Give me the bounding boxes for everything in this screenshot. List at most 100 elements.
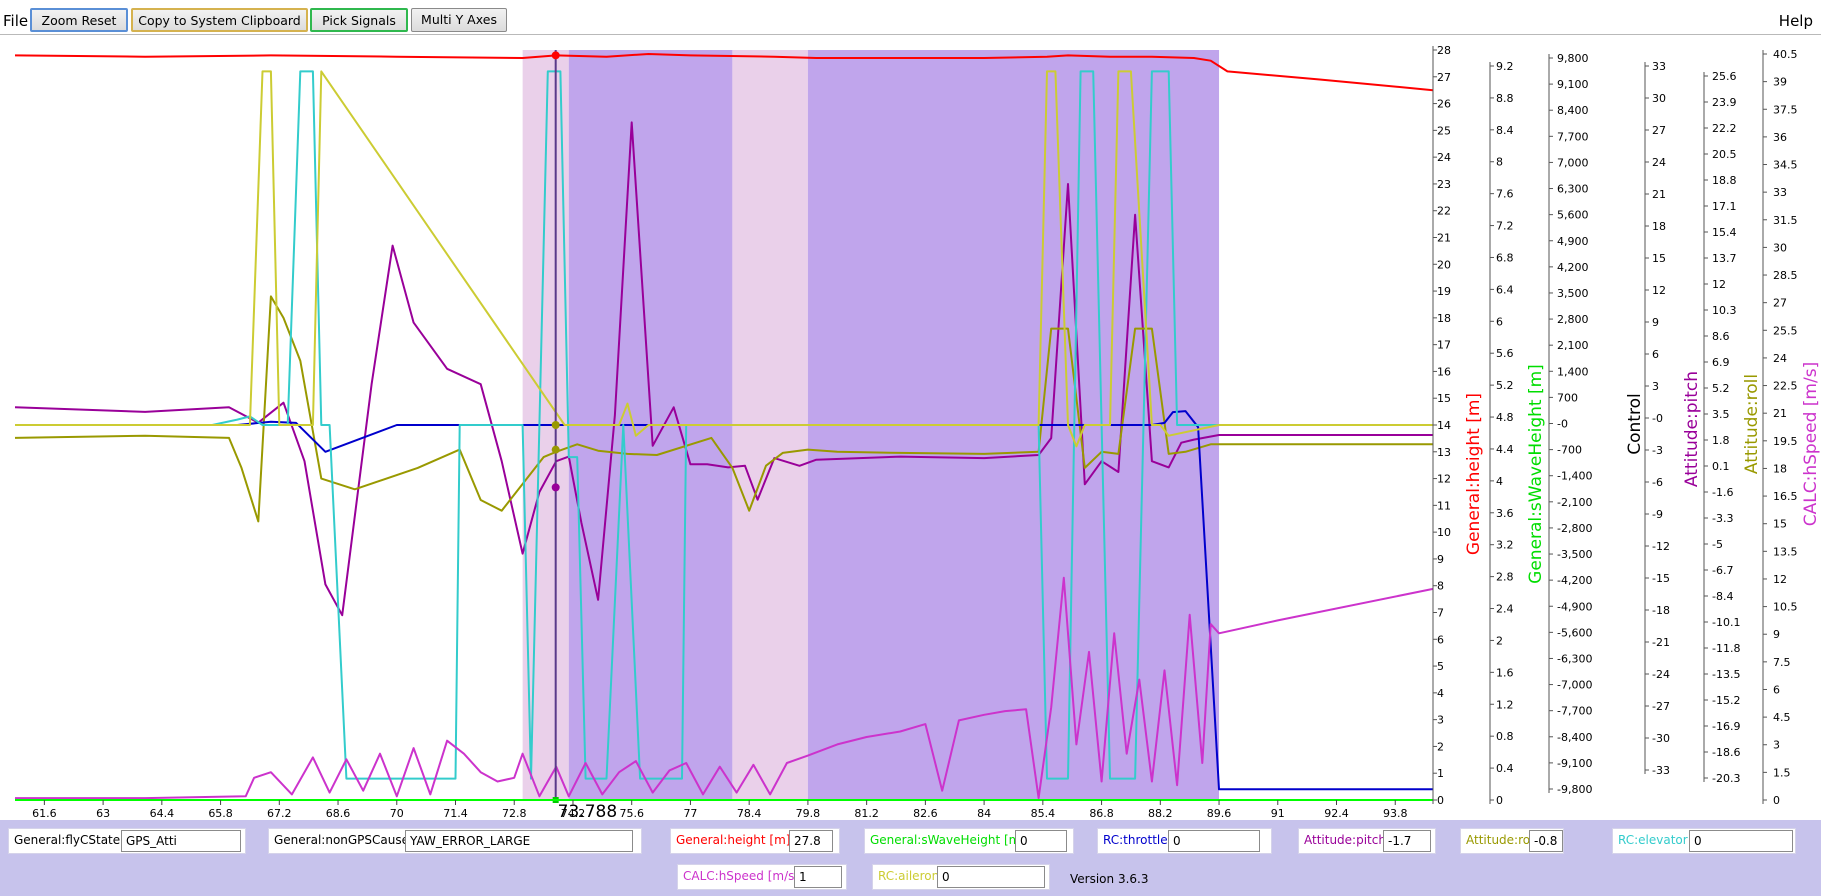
value-field-input[interactable]: GPS_Atti bbox=[121, 830, 241, 852]
y-tick-label: 14 bbox=[1437, 419, 1451, 432]
y-tick-label: 3 bbox=[1437, 714, 1444, 727]
y-tick-label: 1 bbox=[1437, 767, 1444, 780]
value-field: Attitude:roll -0.8 bbox=[1460, 828, 1564, 854]
value-field-label: RC:elevator bbox=[1618, 833, 1688, 847]
y-tick-label: 18 bbox=[1437, 312, 1451, 325]
y-tick-label: -0 bbox=[1652, 412, 1663, 425]
y-tick-label: 3 bbox=[1652, 380, 1659, 393]
cursor-marker bbox=[551, 483, 560, 492]
y-tick-label: 7 bbox=[1437, 607, 1444, 620]
y-tick-label: 4.5 bbox=[1773, 711, 1791, 724]
y-tick-label: 22 bbox=[1437, 205, 1451, 218]
value-field: RC:aileron 0 bbox=[872, 864, 1050, 890]
y-tick-label: 20 bbox=[1437, 258, 1451, 271]
zoom-reset-button[interactable]: Zoom Reset bbox=[30, 8, 128, 32]
y-tick-label: 7.2 bbox=[1496, 220, 1514, 233]
y-tick-label: -7,000 bbox=[1557, 679, 1592, 692]
copy-to-clipboard-button[interactable]: Copy to System Clipboard bbox=[131, 8, 308, 32]
value-field-input[interactable]: 0 bbox=[1015, 830, 1067, 852]
value-field-label: General:sWaveHeight [m] bbox=[870, 833, 1026, 847]
x-tick-label: 71.4 bbox=[443, 807, 468, 820]
y-axis-title: Control bbox=[1625, 393, 1645, 454]
y-tick-label: -6,300 bbox=[1557, 652, 1592, 665]
value-field-input[interactable]: 27.8 bbox=[789, 830, 833, 852]
y-tick-label: 22.2 bbox=[1712, 122, 1737, 135]
help-menu[interactable]: Help bbox=[1779, 12, 1813, 30]
value-field-label: General:nonGPSCause bbox=[274, 833, 410, 847]
y-tick-label: 2 bbox=[1496, 634, 1503, 647]
value-field-input[interactable]: YAW_ERROR_LARGE bbox=[405, 830, 633, 852]
x-tick-label: 72.8 bbox=[502, 807, 527, 820]
value-field-input[interactable]: 1 bbox=[794, 866, 842, 888]
y-tick-label: 1.8 bbox=[1712, 434, 1730, 447]
y-tick-label: 12 bbox=[1773, 573, 1787, 586]
y-tick-label: 0.4 bbox=[1496, 762, 1514, 775]
y-tick-label: 8.4 bbox=[1496, 124, 1514, 137]
x-tick-label: 86.8 bbox=[1089, 807, 1114, 820]
y-tick-label: -4,200 bbox=[1557, 574, 1592, 587]
y-tick-label: -13.5 bbox=[1712, 668, 1740, 681]
value-field: Attitude:pitch -1.7 bbox=[1298, 828, 1436, 854]
file-menu[interactable]: File bbox=[3, 12, 28, 30]
x-tick-label: 70 bbox=[390, 807, 404, 820]
chart[interactable]: 73.788 61.6 63 64.4 65.8 67.2 68.6 70 71.4 72.8 7… bbox=[0, 34, 1821, 820]
y-tick-label: 40.5 bbox=[1773, 48, 1798, 61]
value-field-input[interactable]: 0 bbox=[937, 866, 1045, 888]
y-tick-label: 9.2 bbox=[1496, 60, 1514, 73]
y-tick-label: 21 bbox=[1437, 232, 1451, 245]
y-tick-label: 13.7 bbox=[1712, 252, 1737, 265]
y-tick-label: 9 bbox=[1652, 316, 1659, 329]
value-field-input[interactable]: 0 bbox=[1689, 830, 1793, 852]
y-tick-label: 5.6 bbox=[1496, 347, 1514, 360]
y-tick-label: 24 bbox=[1773, 352, 1787, 365]
y-tick-label: -3.3 bbox=[1712, 512, 1733, 525]
x-tick-label: 64.4 bbox=[150, 807, 175, 820]
y-tick-label: 28 bbox=[1437, 44, 1451, 57]
y-tick-label: 0 bbox=[1496, 794, 1503, 807]
y-tick-label: 25 bbox=[1437, 124, 1451, 137]
y-tick-label: 19.5 bbox=[1773, 435, 1798, 448]
y-tick-label: -5 bbox=[1712, 538, 1723, 551]
y-tick-label: 2,800 bbox=[1557, 313, 1589, 326]
x-tick-label: 77 bbox=[683, 807, 697, 820]
y-tick-label: 24 bbox=[1437, 151, 1451, 164]
y-tick-label: -16.9 bbox=[1712, 720, 1740, 733]
cursor-marker bbox=[551, 421, 560, 429]
y-tick-label: -33 bbox=[1652, 764, 1670, 777]
value-field: General:nonGPSCause YAW_ERROR_LARGE bbox=[268, 828, 642, 854]
y-tick-label: -24 bbox=[1652, 668, 1670, 681]
y-tick-label: -0 bbox=[1557, 418, 1568, 431]
y-tick-label: 7,000 bbox=[1557, 156, 1589, 169]
value-field-input[interactable]: -0.8 bbox=[1529, 830, 1563, 852]
y-tick-label: 5,600 bbox=[1557, 209, 1589, 222]
multi-y-axes-button[interactable]: Multi Y Axes bbox=[411, 8, 507, 32]
y-tick-label: 0 bbox=[1773, 794, 1780, 807]
y-tick-label: 23.9 bbox=[1712, 96, 1737, 109]
y-tick-label: 6,300 bbox=[1557, 183, 1589, 196]
y-tick-label: -1.6 bbox=[1712, 486, 1733, 499]
y-tick-label: 10.5 bbox=[1773, 601, 1798, 614]
value-field: CALC:hSpeed [m/s] 1 bbox=[677, 864, 847, 890]
y-tick-label: 8.6 bbox=[1712, 330, 1730, 343]
y-tick-label: 2,100 bbox=[1557, 339, 1589, 352]
value-field-input[interactable]: 0 bbox=[1168, 830, 1260, 852]
value-field-label: General:flyCState bbox=[14, 833, 121, 847]
pick-signals-button[interactable]: Pick Signals bbox=[310, 8, 408, 32]
y-tick-label: -9 bbox=[1652, 508, 1663, 521]
y-tick-label: 9,800 bbox=[1557, 52, 1589, 65]
x-tick-label: 67.2 bbox=[267, 807, 292, 820]
y-tick-label: 9 bbox=[1437, 553, 1444, 566]
y-tick-label: 21 bbox=[1652, 188, 1666, 201]
value-field-label: Attitude:pitch bbox=[1304, 833, 1386, 847]
y-tick-label: 15 bbox=[1652, 252, 1666, 265]
y-tick-label: -20.3 bbox=[1712, 772, 1740, 785]
value-panel: General:flyCState GPS_Atti General:nonGPSC… bbox=[0, 820, 1821, 896]
y-tick-label: 4.8 bbox=[1496, 411, 1514, 424]
x-tick-label: 63 bbox=[96, 807, 110, 820]
value-field-label: CALC:hSpeed [m/s] bbox=[683, 869, 800, 883]
y-tick-label: 6 bbox=[1437, 633, 1444, 646]
x-tick-label: 85.4 bbox=[1031, 807, 1056, 820]
y-tick-label: 19 bbox=[1437, 285, 1451, 298]
y-tick-label: -9,800 bbox=[1557, 783, 1592, 796]
value-field-input[interactable]: -1.7 bbox=[1383, 830, 1431, 852]
